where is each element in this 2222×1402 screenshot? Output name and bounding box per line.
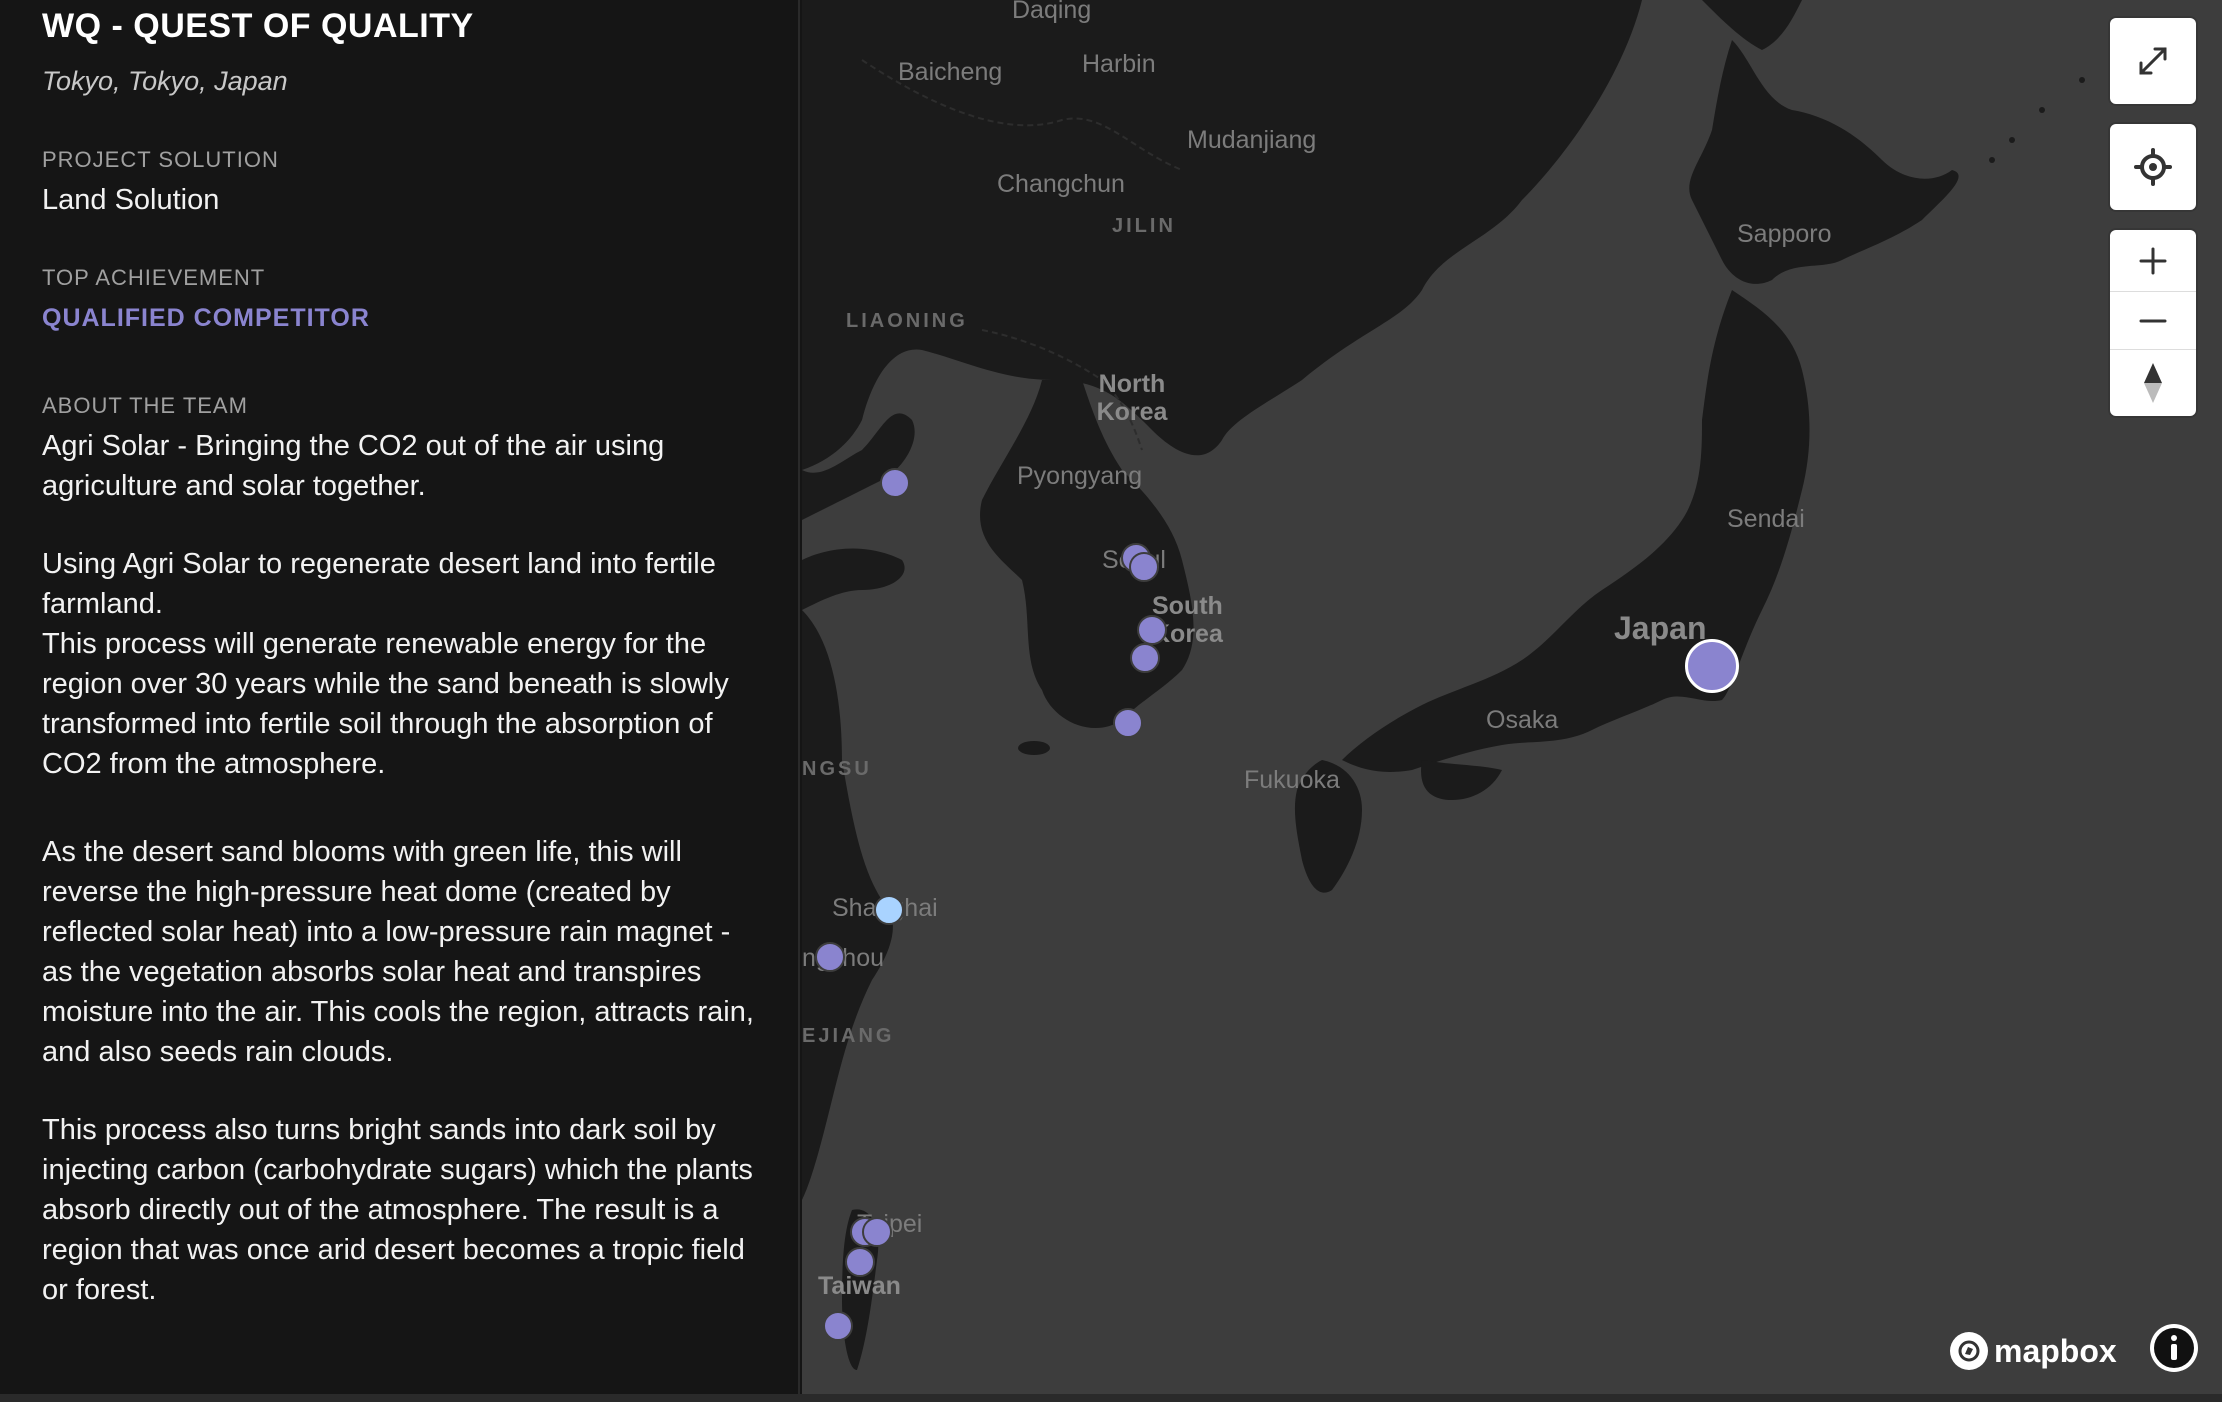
minus-icon xyxy=(2139,319,2167,322)
fullscreen-button[interactable] xyxy=(2110,18,2196,104)
about-paragraph: This process also turns bright sands int… xyxy=(42,1114,753,1306)
mapbox-logo-icon xyxy=(1950,1332,1988,1370)
place-label: Pyongyang xyxy=(1017,462,1143,490)
map-canvas[interactable]: Daqing Baicheng Harbin Mudanjiang Changc… xyxy=(802,0,2222,1394)
project-solution-label: PROJECT SOLUTION xyxy=(42,147,279,172)
about-section: ABOUT THE TEAM Agri Solar - Bringing the… xyxy=(42,392,762,1310)
compass-icon xyxy=(2144,363,2162,403)
region-label: EJIANG xyxy=(802,1025,895,1047)
place-label: Osaka xyxy=(1486,706,1559,734)
team-marker[interactable] xyxy=(815,942,845,972)
top-achievement-label: TOP ACHIEVEMENT xyxy=(42,265,266,290)
shandong-coast xyxy=(802,548,905,610)
place-label: Changchun xyxy=(997,170,1125,198)
land-shapes xyxy=(802,0,2125,1370)
team-title: WQ - QUEST OF QUALITY xyxy=(42,7,474,45)
place-label: Daqing xyxy=(1012,0,1092,24)
selected-team-marker[interactable] xyxy=(1685,639,1739,693)
place-label: Fukuoka xyxy=(1244,766,1340,794)
attribution-info-button[interactable] xyxy=(2150,1324,2198,1372)
team-marker[interactable] xyxy=(862,1217,892,1247)
place-label: Mudanjiang xyxy=(1187,126,1317,154)
place-label: Sapporo xyxy=(1737,220,1832,248)
fullscreen-control xyxy=(2110,18,2196,104)
geolocate-button[interactable] xyxy=(2110,124,2196,210)
place-label: Harbin xyxy=(1082,50,1156,78)
about-paragraph: Using Agri Solar to regenerate desert la… xyxy=(42,548,716,620)
region-label: LIAONING xyxy=(846,310,968,332)
team-marker-hover[interactable] xyxy=(874,895,904,925)
project-solution-section: PROJECT SOLUTION Land Solution xyxy=(42,146,756,220)
shikoku xyxy=(1421,760,1502,800)
mapbox-wordmark: mapbox xyxy=(1994,1332,2117,1369)
geolocate-control xyxy=(2110,124,2196,210)
top-achievement-value: QUALIFIED COMPETITOR xyxy=(42,304,370,332)
team-marker[interactable] xyxy=(823,1311,853,1341)
zoom-out-button[interactable] xyxy=(2110,292,2196,350)
region-label: JILIN xyxy=(1112,215,1176,237)
about-label: ABOUT THE TEAM xyxy=(42,393,248,418)
team-marker[interactable] xyxy=(845,1247,875,1277)
top-achievement-section: TOP ACHIEVEMENT QUALIFIED COMPETITOR xyxy=(42,264,756,334)
sakhalin xyxy=(1702,0,1802,50)
team-location: Tokyo, Tokyo, Japan xyxy=(42,66,288,96)
bottom-border xyxy=(0,1394,2222,1402)
mapbox-logo[interactable]: mapbox xyxy=(1950,1330,2117,1372)
expand-arrows-icon xyxy=(2139,47,2167,75)
country-label: North Korea xyxy=(1096,370,1168,426)
team-marker[interactable] xyxy=(1129,552,1159,582)
crosshair-icon xyxy=(2134,148,2172,186)
team-marker[interactable] xyxy=(1137,615,1167,645)
place-label: Sendai xyxy=(1727,505,1805,533)
navigation-control xyxy=(2110,230,2196,416)
about-paragraph: As the desert sand blooms with green lif… xyxy=(42,836,754,1068)
place-label: Baicheng xyxy=(898,58,1003,86)
team-detail-panel: WQ - QUEST OF QUALITY Tokyo, Tokyo, Japa… xyxy=(0,0,800,1394)
compass-button[interactable] xyxy=(2110,350,2196,416)
info-icon xyxy=(2154,1328,2194,1368)
team-marker[interactable] xyxy=(1113,708,1143,738)
about-paragraph: Agri Solar - Bringing the CO2 out of the… xyxy=(42,430,665,502)
team-marker[interactable] xyxy=(880,468,910,498)
plus-icon xyxy=(2139,247,2167,274)
zoom-in-button[interactable] xyxy=(2110,230,2196,292)
region-label: NGSU xyxy=(802,758,872,780)
project-solution-value: Land Solution xyxy=(42,184,220,216)
country-label: South Korea xyxy=(1152,592,1223,648)
about-paragraph: This process will generate renewable ene… xyxy=(42,628,729,780)
team-marker[interactable] xyxy=(1130,643,1160,673)
country-label: Japan xyxy=(1614,610,1707,646)
